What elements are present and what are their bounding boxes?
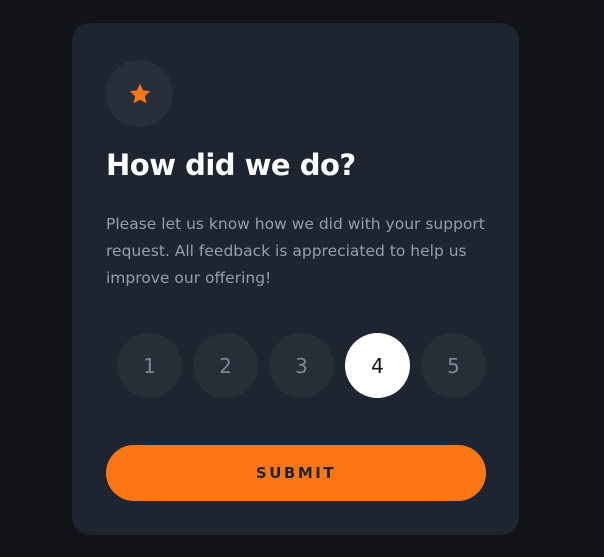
submit-button[interactable]: SUBMIT bbox=[106, 445, 486, 501]
card-description: Please let us know how we did with your … bbox=[106, 215, 485, 287]
rating-3-button[interactable]: 3 bbox=[269, 333, 334, 398]
stray-background-text: s bbox=[519, 267, 529, 288]
rating-5-button[interactable]: 5 bbox=[421, 333, 486, 398]
card-title: How did we do? bbox=[106, 148, 356, 182]
rating-2-button[interactable]: 2 bbox=[193, 333, 258, 398]
star-badge bbox=[106, 60, 173, 127]
rating-4-button[interactable]: 4 bbox=[345, 333, 410, 398]
rating-1-button[interactable]: 1 bbox=[117, 333, 182, 398]
rating-options: 1 2 3 4 5 bbox=[117, 333, 486, 398]
rating-card: How did we do? Please let us know how we… bbox=[72, 23, 519, 535]
star-icon bbox=[129, 83, 150, 103]
